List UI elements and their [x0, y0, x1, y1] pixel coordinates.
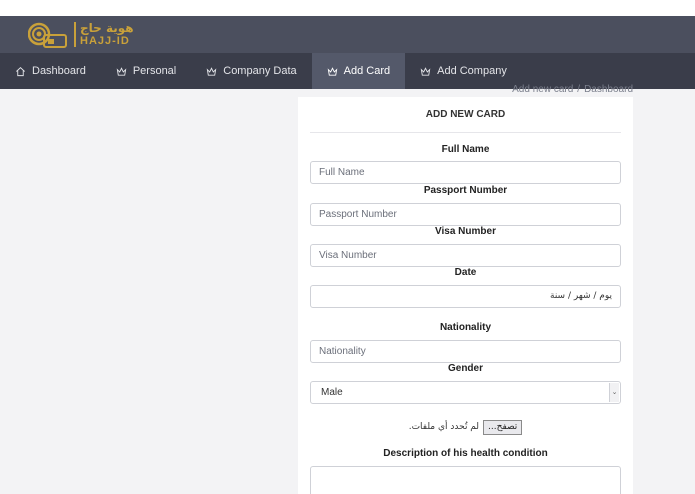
breadcrumb-current: Add new card: [512, 84, 574, 95]
add-card-form: ADD NEW CARD Full Name Passport Number V…: [298, 97, 633, 494]
nav-item-label: Add Card: [343, 65, 391, 77]
file-upload: تصفح... لم تُحدد أي ملفات.: [310, 419, 621, 435]
nav-item-label: Dashboard: [32, 65, 86, 77]
breadcrumb-separator: /: [577, 84, 581, 95]
brand-arabic: هوية حاج: [80, 20, 134, 35]
passport-number-label: Passport Number: [423, 185, 508, 196]
full-name-label: Full Name: [441, 144, 490, 155]
passport-number-input[interactable]: [310, 203, 621, 226]
nav-item-add-company[interactable]: Add Company: [405, 53, 522, 89]
nav-item-company-data[interactable]: Company Data: [191, 53, 311, 89]
visa-number-label: Visa Number: [435, 226, 496, 237]
date-label: Date: [454, 267, 477, 278]
gender-selected-value: Male: [321, 387, 343, 398]
crown-icon: [327, 66, 338, 77]
date-input[interactable]: يوم / شهر / سنة: [310, 285, 621, 308]
nationality-label: Nationality: [439, 322, 492, 333]
nav-item-label: Personal: [132, 65, 177, 77]
health-condition-textarea[interactable]: [310, 466, 621, 494]
logo-mark-icon: [28, 22, 67, 48]
health-condition-label: Description of his health condition: [383, 448, 548, 459]
header-bar: هوية حاج HAJJ-ID: [0, 16, 695, 53]
top-strip: [0, 0, 695, 16]
full-name-input[interactable]: [310, 161, 621, 184]
nav-item-label: Add Company: [437, 65, 507, 77]
nav-item-dashboard[interactable]: Dashboard: [0, 53, 101, 89]
brand-logo[interactable]: هوية حاج HAJJ-ID: [28, 17, 134, 51]
crown-icon: [206, 66, 217, 77]
breadcrumb-dashboard-link[interactable]: Dashboard: [584, 84, 633, 95]
nav-item-label: Company Data: [223, 65, 297, 77]
visa-number-input[interactable]: [310, 244, 621, 267]
breadcrumb: Add new card / Dashboard: [512, 84, 633, 95]
nav-item-add-card[interactable]: Add Card: [311, 53, 406, 89]
form-title: ADD NEW CARD: [310, 97, 621, 133]
browse-file-button[interactable]: تصفح...: [483, 419, 523, 435]
crown-icon: [116, 66, 127, 77]
home-icon: [15, 66, 26, 77]
gender-select[interactable]: Male ⌄: [310, 381, 621, 404]
gender-label: Gender: [447, 363, 483, 374]
nav-item-personal[interactable]: Personal: [101, 53, 191, 89]
nationality-input[interactable]: [310, 340, 621, 363]
crown-icon: [420, 66, 431, 77]
brand-english: HAJJ-ID: [80, 34, 130, 47]
file-status-text: لم تُحدد أي ملفات.: [408, 422, 480, 432]
brand-text: هوية حاج HAJJ-ID: [74, 20, 134, 47]
chevron-down-icon[interactable]: ⌄: [609, 383, 619, 402]
